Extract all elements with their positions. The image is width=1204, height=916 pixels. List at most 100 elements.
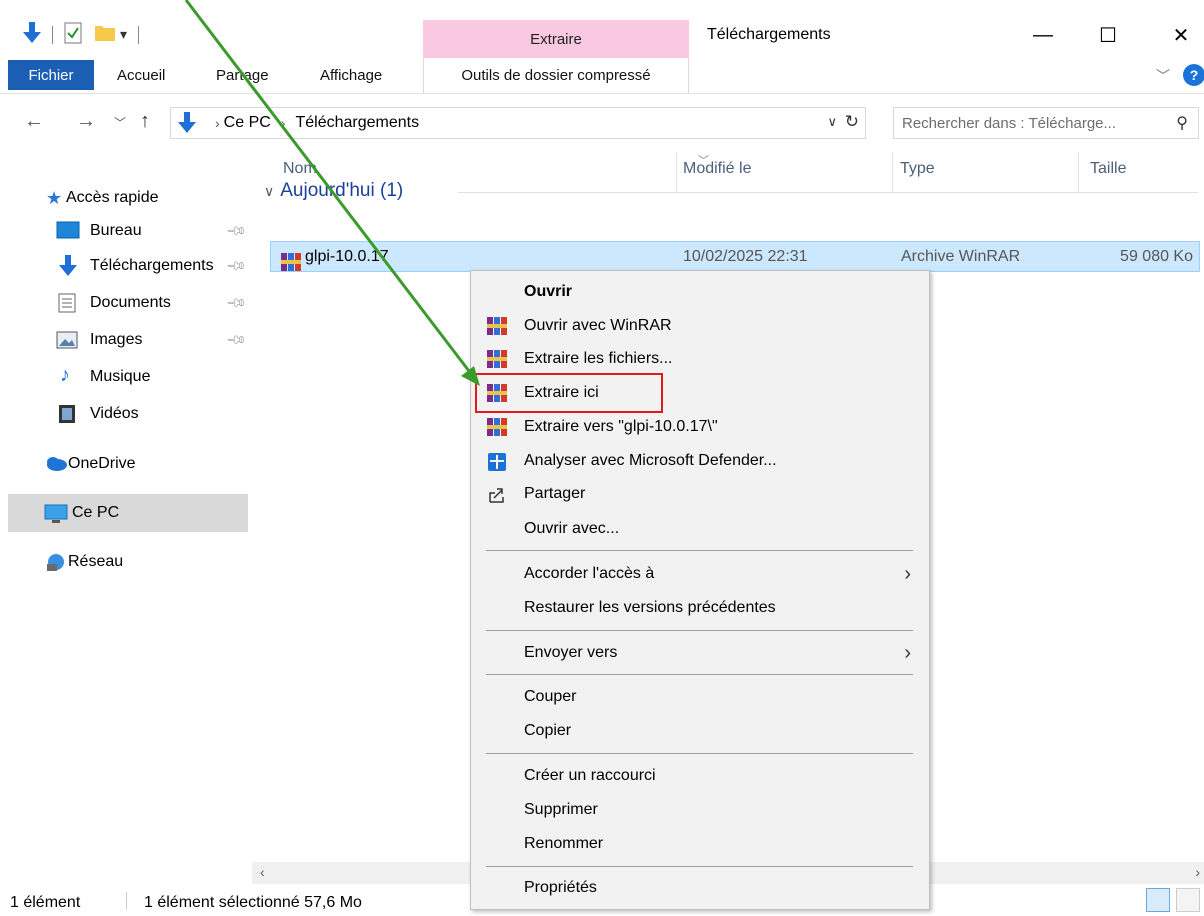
breadcrumb-separator-icon: › — [215, 115, 220, 131]
documents-icon — [58, 293, 82, 313]
column-header-size[interactable]: Taille — [1090, 160, 1126, 178]
breadcrumb-this-pc[interactable]: Ce PC — [224, 114, 271, 132]
menu-label: Ouvrir avec WinRAR — [524, 317, 672, 334]
nav-item-documents[interactable]: Documents 📌︎ — [0, 285, 248, 321]
menu-item-copy[interactable]: Copier — [473, 715, 927, 747]
item-count: 1 élément — [10, 894, 81, 911]
status-separator — [126, 892, 127, 910]
nav-label: Images — [90, 331, 143, 348]
search-input[interactable]: Rechercher dans : Télécharge... ⚲ — [893, 107, 1199, 139]
file-size: 59 080 Ko — [1120, 248, 1193, 265]
defender-shield-icon — [487, 452, 507, 471]
menu-item-extract-to-folder[interactable]: Extraire vers "glpi-10.0.17\" — [473, 411, 927, 443]
menu-label: Extraire les fichiers... — [524, 350, 673, 367]
large-icons-view-icon[interactable] — [1176, 888, 1200, 912]
nav-network[interactable]: Réseau — [0, 544, 248, 580]
nav-item-desktop[interactable]: Bureau 📌︎ — [0, 213, 248, 249]
menu-label: Créer un raccourci — [524, 767, 656, 784]
menu-label: Propriétés — [524, 879, 597, 896]
nav-onedrive[interactable]: OneDrive — [0, 446, 248, 482]
maximize-button[interactable]: ☐ — [1085, 20, 1131, 50]
music-note-icon: ♪ — [60, 364, 70, 386]
nav-item-downloads[interactable]: Téléchargements 📌︎ — [0, 248, 248, 284]
file-name: glpi-10.0.17 — [305, 248, 389, 265]
group-header[interactable]: ∨ Aujourd'hui (1) — [264, 180, 403, 202]
winrar-icon — [487, 350, 507, 368]
help-icon[interactable]: ? — [1183, 64, 1204, 86]
film-icon — [58, 404, 82, 424]
navigation-bar: ← → ﹀ ↑ › Ce PC › Téléchargements ∨ ↻ Re… — [0, 94, 1204, 152]
column-header-modified[interactable]: Modifié le — [683, 160, 751, 178]
column-divider — [892, 152, 893, 192]
address-history-icon[interactable]: ∨ — [827, 114, 837, 130]
menu-label: Renommer — [524, 835, 604, 852]
details-view-icon[interactable] — [1146, 888, 1170, 912]
context-tab-header: Extraire — [423, 20, 689, 58]
up-arrow-icon[interactable]: ↑ — [140, 110, 150, 133]
menu-item-open-with-winrar[interactable]: Ouvrir avec WinRAR — [473, 310, 927, 342]
refresh-icon[interactable]: ↻ — [845, 112, 859, 132]
menu-item-delete[interactable]: Supprimer — [473, 794, 927, 826]
menu-item-restore-versions[interactable]: Restaurer les versions précédentes — [473, 592, 927, 624]
group-divider — [458, 192, 1198, 193]
menu-label: Extraire vers "glpi-10.0.17\" — [524, 418, 718, 435]
file-row[interactable]: glpi-10.0.17 10/02/2025 22:31 Archive Wi… — [270, 241, 1200, 272]
pin-icon: 📌︎ — [225, 219, 248, 242]
nav-item-videos[interactable]: Vidéos — [0, 396, 248, 432]
menu-item-properties[interactable]: Propriétés — [473, 872, 927, 904]
menu-label: Ouvrir — [524, 283, 573, 300]
back-arrow-icon[interactable]: ← — [24, 110, 44, 133]
menu-item-share[interactable]: Partager — [473, 478, 927, 510]
nav-item-music[interactable]: ♪ Musique — [0, 359, 248, 395]
download-arrow-icon — [58, 255, 82, 276]
tab-compressed-folder-tools[interactable]: Outils de dossier compressé — [423, 58, 689, 93]
group-label: Aujourd'hui (1) — [280, 180, 404, 201]
menu-item-open-with[interactable]: Ouvrir avec... — [473, 513, 927, 545]
column-header-name[interactable]: Nom — [283, 160, 317, 178]
nav-label: Bureau — [90, 222, 142, 239]
recent-locations-icon[interactable]: ﹀ — [114, 114, 126, 131]
nav-quick-access[interactable]: ★ Accès rapide — [0, 180, 248, 216]
menu-item-send-to[interactable]: Envoyer vers › — [473, 637, 927, 669]
column-header-type[interactable]: Type — [900, 160, 935, 178]
title-bar: ▾ Extraire Téléchargements — ☐ ✕ — [0, 0, 1204, 58]
scroll-right-icon[interactable]: › — [1195, 864, 1200, 880]
tab-share[interactable]: Partage — [216, 58, 269, 93]
window-title: Téléchargements — [707, 26, 831, 43]
properties-icon[interactable] — [64, 22, 82, 49]
menu-item-rename[interactable]: Renommer — [473, 828, 927, 860]
minimize-button[interactable]: — — [1020, 20, 1066, 50]
menu-item-create-shortcut[interactable]: Créer un raccourci — [473, 760, 927, 792]
menu-item-give-access[interactable]: Accorder l'accès à › — [473, 558, 927, 590]
nav-item-pictures[interactable]: Images 📌︎ — [0, 322, 248, 358]
nav-label: Réseau — [68, 553, 124, 570]
breadcrumb-separator-icon: › — [280, 115, 286, 131]
download-arrow-icon[interactable] — [22, 22, 42, 49]
nav-this-pc[interactable]: Ce PC — [8, 494, 248, 532]
pin-icon: 📌︎ — [225, 328, 248, 351]
computer-icon — [44, 504, 68, 524]
tab-home[interactable]: Accueil — [117, 58, 165, 93]
address-bar[interactable]: › Ce PC › Téléchargements ∨ ↻ — [170, 107, 866, 139]
forward-arrow-icon[interactable]: → — [76, 110, 96, 133]
expand-ribbon-icon[interactable]: ﹀ — [1156, 66, 1170, 86]
new-folder-icon[interactable] — [94, 22, 116, 47]
menu-item-open[interactable]: Ouvrir — [473, 276, 927, 308]
close-button[interactable]: ✕ — [1158, 20, 1204, 50]
nav-label: Musique — [90, 368, 151, 385]
customize-toolbar-icon[interactable]: ▾ — [120, 26, 127, 43]
tab-view[interactable]: Affichage — [320, 58, 382, 93]
tab-file[interactable]: Fichier — [8, 60, 94, 90]
menu-item-scan-defender[interactable]: Analyser avec Microsoft Defender... — [473, 445, 927, 477]
winrar-icon — [487, 418, 507, 436]
breadcrumb-downloads[interactable]: Téléchargements — [295, 114, 419, 132]
menu-label: Envoyer vers — [524, 644, 618, 661]
menu-label: Copier — [524, 722, 572, 739]
toolbar-separator — [52, 26, 53, 44]
menu-label: Restaurer les versions précédentes — [524, 599, 776, 616]
scroll-left-icon[interactable]: ‹ — [260, 864, 265, 880]
collapse-chevron-icon: ∨ — [264, 182, 275, 199]
menu-item-extract-files[interactable]: Extraire les fichiers... — [473, 343, 927, 375]
menu-item-extract-here[interactable]: Extraire ici — [473, 377, 927, 409]
menu-item-cut[interactable]: Couper — [473, 681, 927, 713]
